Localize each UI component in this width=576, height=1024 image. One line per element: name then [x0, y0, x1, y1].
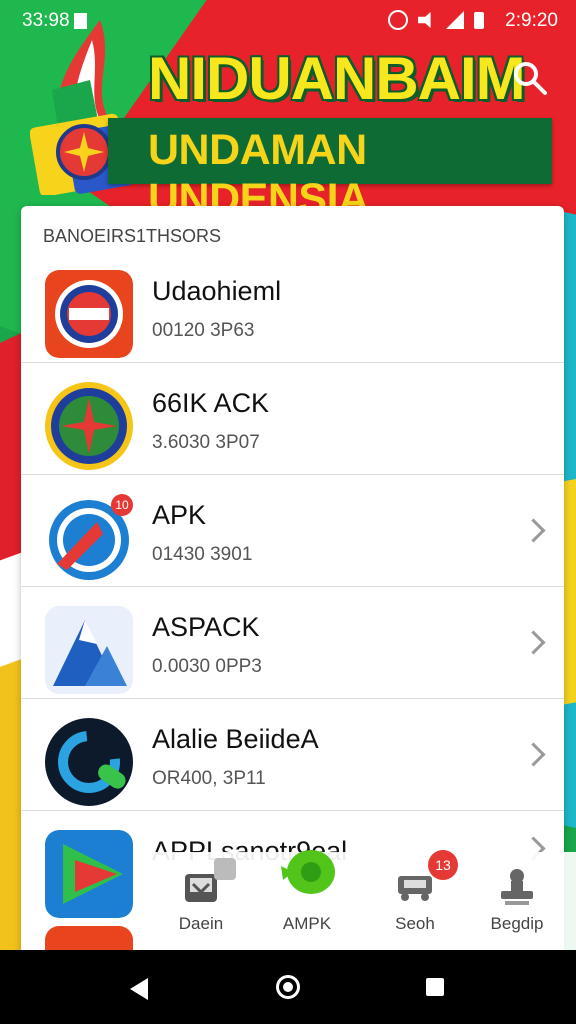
play-arrow-icon [45, 830, 133, 918]
list-item[interactable]: 10 APK 01430 3901 [21, 474, 564, 587]
app-name: Udaohieml [152, 276, 282, 306]
system-nav-bar [0, 950, 576, 1024]
mute-icon [418, 12, 431, 28]
app-name: ASPACK [152, 612, 260, 642]
chevron-right-icon [521, 518, 546, 543]
bottom-navigation: Daein AMPK 13 Seoh Begdip [136, 850, 576, 952]
chat-bubble-icon [281, 850, 335, 894]
gray-badge [214, 858, 236, 880]
circle-badge-icon [45, 270, 133, 358]
chevron-right-icon [521, 630, 546, 655]
list-item[interactable]: ASPACK 0.0030 0PP3 [21, 586, 564, 699]
ring-circle-icon [45, 718, 133, 806]
nav-item-begdip[interactable]: Begdip [472, 852, 562, 952]
list-item[interactable]: Udaohieml 00120 3P63 [21, 250, 564, 363]
list-item[interactable]: Alalie BeiideA OR400, 3P11 [21, 698, 564, 811]
notification-badge: 13 [428, 850, 458, 880]
list-item[interactable]: 66IK ACK 3.6030 3P07 [21, 362, 564, 475]
alarm-icon [388, 10, 408, 30]
signal-icon [446, 11, 464, 29]
app-meta: OR400, 3P11 [152, 768, 266, 789]
stamp-icon [501, 869, 533, 905]
app-meta: 3.6030 3P07 [152, 432, 260, 453]
nav-label: Seoh [395, 914, 435, 933]
nav-label: AMPK [282, 914, 332, 933]
status-time: 2:9:20 [505, 10, 558, 31]
app-badge: 10 [111, 494, 133, 516]
section-title: BANOEIRS1THSORS [43, 226, 222, 246]
app-name: APK [152, 500, 207, 530]
app-meta: 0.0030 0PP3 [152, 656, 262, 677]
chevron-right-icon [521, 742, 546, 767]
search-icon[interactable] [512, 60, 548, 96]
compass-seal-icon [45, 382, 133, 470]
recents-button[interactable] [426, 978, 444, 996]
nav-item-daein[interactable]: Daein [156, 852, 246, 952]
nav-item-ampk[interactable]: AMPK [262, 850, 352, 952]
home-button[interactable] [276, 975, 300, 999]
back-button[interactable] [130, 978, 148, 1000]
app-name: Alalie BeiideA [152, 724, 319, 754]
app-name: 66IK ACK [152, 388, 270, 418]
nav-label: Begdip [490, 914, 544, 933]
nav-item-seoh[interactable]: 13 Seoh [370, 850, 460, 952]
app-meta: 01430 3901 [152, 544, 253, 565]
app-meta: 00120 3P63 [152, 320, 255, 341]
mountain-a-icon [45, 606, 133, 694]
nav-label: Daein [178, 914, 224, 933]
battery-icon [474, 11, 484, 29]
app-title: NIDUANBAIM [148, 45, 526, 112]
